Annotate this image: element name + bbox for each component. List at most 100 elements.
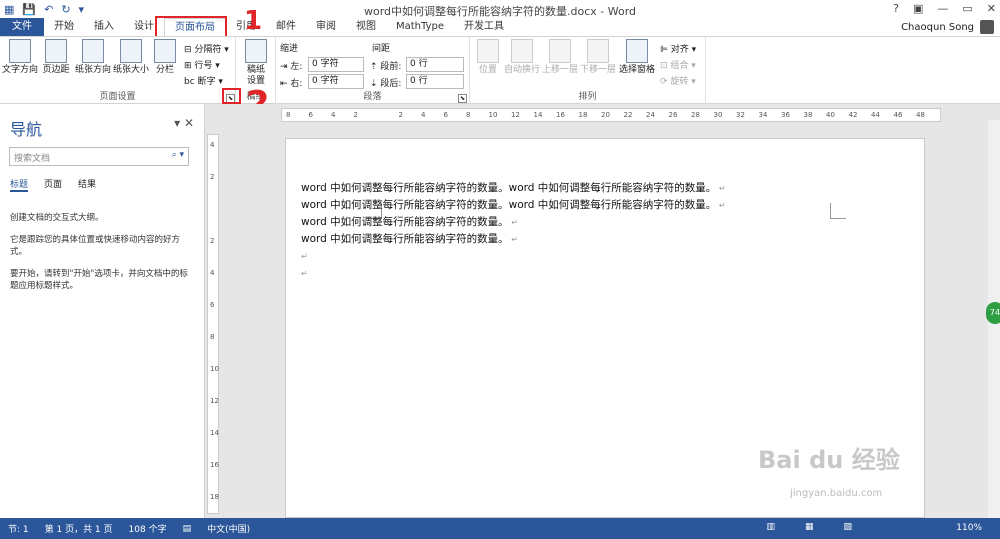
view-modes: ▥ ▦ ▧ [758,522,860,532]
rotate-button[interactable]: ⟳ 旋转 ▾ [660,74,696,87]
user-account[interactable]: Chaoqun Song [901,20,994,34]
ribbon-display-button[interactable]: ▣ [913,2,923,15]
minimize-button[interactable]: — [937,2,948,15]
paragraph-launcher-icon[interactable]: ⬊ [458,94,467,103]
paragraph-text: word 中如何调整每行所能容纳字符的数量。word 中如何调整每行所能容纳字符… [301,199,717,211]
ruler-tick: 10 [488,111,498,119]
bring-forward-button[interactable]: 上移一层 [542,39,578,76]
hyphenation-button[interactable]: bc 断字 ▾ [184,74,223,87]
orientation-button[interactable]: 纸张方向 [74,39,112,76]
nav-tab-pages[interactable]: 页面 [44,177,62,192]
horizontal-ruler[interactable]: 8 6 4 2 2 4 6 8 10 12 14 16 18 20 22 24 26 28 30 32 34 36 38 40… [281,108,941,122]
indent-left-input[interactable]: 0 字符 [308,57,364,72]
align-button[interactable]: ⊫ 对齐 ▾ [660,42,696,55]
nav-tabs: 标题 页面 结果 [10,177,96,192]
vertical-ruler[interactable]: 4 2 2 4 6 8 10 12 14 16 18 [207,134,219,514]
nav-tab-results[interactable]: 结果 [78,177,96,192]
ruler-tick: 2 [398,111,403,119]
ruler-tick: 30 [713,111,723,119]
spacing-before-label: ⇡ 段前: [370,62,402,72]
tab-review[interactable]: 审阅 [306,18,346,36]
orientation-icon [82,39,104,63]
floating-badge[interactable]: 74 [986,302,1000,324]
wrap-text-icon [511,39,533,63]
tab-home[interactable]: 开始 [44,18,84,36]
draft-settings-button[interactable]: 稿纸 设置 [240,39,272,87]
web-layout-icon[interactable]: ▧ [835,522,860,532]
group-button[interactable]: ⊡ 组合 ▾ [660,58,696,71]
ruler-tick: 16 [210,461,219,469]
search-icon[interactable]: ⌕ ▾ [172,150,184,160]
document-paragraph[interactable]: word 中如何调整每行所能容纳字符的数量。 ↵ [301,214,726,231]
status-section[interactable]: 节: 1 [0,522,37,535]
tab-mathtype[interactable]: MathType [386,18,454,36]
ruler-tick: 44 [871,111,880,119]
ruler-tick: 18 [210,493,219,501]
draft-paper-icon [245,39,267,63]
document-paragraph[interactable]: word 中如何调整每行所能容纳字符的数量。word 中如何调整每行所能容纳字符… [301,180,726,197]
document-paragraph[interactable]: ↵ [301,265,726,282]
breaks-button[interactable]: ⊟ 分隔符 ▾ [184,42,229,55]
group-arrange: 位置 自动换行 上移一层 下移一层 选择窗格 ⊫ 对齐 ▾ ⊡ 组合 ▾ ⟳ 旋… [470,37,706,104]
document-paragraph[interactable]: word 中如何调整每行所能容纳字符的数量。 ↵ [301,231,726,248]
size-icon [120,39,142,63]
status-language[interactable]: 中文(中国) [199,522,258,535]
restore-button[interactable]: ▭ [962,2,972,15]
ruler-tick: 2 [210,173,215,181]
proofing-icon[interactable]: ▤ [175,524,200,534]
avatar [980,20,994,34]
line-numbers-button[interactable]: ⊞ 行号 ▾ [184,58,220,71]
read-mode-icon[interactable]: ▥ [758,522,783,532]
ruler-tick: 24 [646,111,655,119]
zoom-level[interactable]: 110% [948,523,990,533]
nav-text-3: 要开始，请转到"开始"选项卡，并向文档中的标题应用标题样式。 [10,269,188,291]
ruler-tick: 10 [210,365,219,373]
ruler-tick: 38 [803,111,813,119]
spacing-before-input[interactable]: 0 行 [406,57,464,72]
tab-insert[interactable]: 插入 [84,18,124,36]
document-paragraph[interactable]: ↵ [301,248,726,265]
paragraph-text: word 中如何调整每行所能容纳字符的数量。 [301,233,509,245]
indent-right-input[interactable]: 0 字符 [308,74,364,89]
size-button[interactable]: 纸张大小 [112,39,150,76]
send-backward-button[interactable]: 下移一层 [580,39,616,76]
ruler-tick: 6 [443,111,448,119]
tab-view[interactable]: 视图 [346,18,386,36]
send-backward-icon [587,39,609,63]
wrap-text-button[interactable]: 自动换行 [504,39,540,76]
margins-icon [45,39,67,63]
selection-pane-button[interactable]: 选择窗格 [618,39,656,76]
columns-button[interactable]: 分栏 [152,39,178,76]
bring-forward-icon [549,39,571,63]
group-page-setup: 文字方向 页边距 纸张方向 纸张大小 分栏 ⊟ 分隔符 ▾ ⊞ 行号 ▾ bc … [0,37,236,104]
ruler-tick: 8 [466,111,471,119]
search-input[interactable]: 搜索文档 ⌕ ▾ [9,147,189,166]
ruler-tick: 36 [781,111,790,119]
window-title: word中如何调整每行所能容纳字符的数量.docx - Word [363,5,637,18]
ruler-tick: 8 [286,111,291,119]
ruler-tick: 2 [353,111,358,119]
position-button[interactable]: 位置 [474,39,502,76]
spacing-after-input[interactable]: 0 行 [406,74,464,89]
position-icon [477,39,499,63]
paragraph-mark: ↵ [508,218,518,227]
group-paragraph: 缩进 间距 ⇥ 左: 0 字符 ⇤ 右: 0 字符 ⇡ 段前: 0 行 ⇣ 段后… [276,37,470,104]
nav-options-icon[interactable]: ▾ [174,116,180,130]
tab-developer[interactable]: 开发工具 [454,18,514,36]
document-body[interactable]: word 中如何调整每行所能容纳字符的数量。word 中如何调整每行所能容纳字符… [301,180,726,282]
tab-mailings[interactable]: 邮件 [266,18,306,36]
status-words[interactable]: 108 个字 [121,522,175,535]
close-icon[interactable]: ✕ [184,116,194,130]
indent-right-label: ⇤ 右: [280,79,303,89]
ruler-tick: 18 [578,111,588,119]
close-button[interactable]: ✕ [987,2,996,15]
margins-button[interactable]: 页边距 [40,39,72,76]
help-button[interactable]: ? [893,2,899,15]
nav-tab-headings[interactable]: 标题 [10,177,29,192]
text-direction-button[interactable]: 文字方向 [2,39,38,76]
print-layout-icon[interactable]: ▦ [797,522,822,532]
status-page[interactable]: 第 1 页，共 1 页 [37,522,121,535]
ruler-tick: 6 [308,111,313,119]
tab-file[interactable]: 文件 [0,18,44,36]
document-paragraph[interactable]: word 中如何调整每行所能容纳字符的数量。word 中如何调整每行所能容纳字符… [301,197,726,214]
